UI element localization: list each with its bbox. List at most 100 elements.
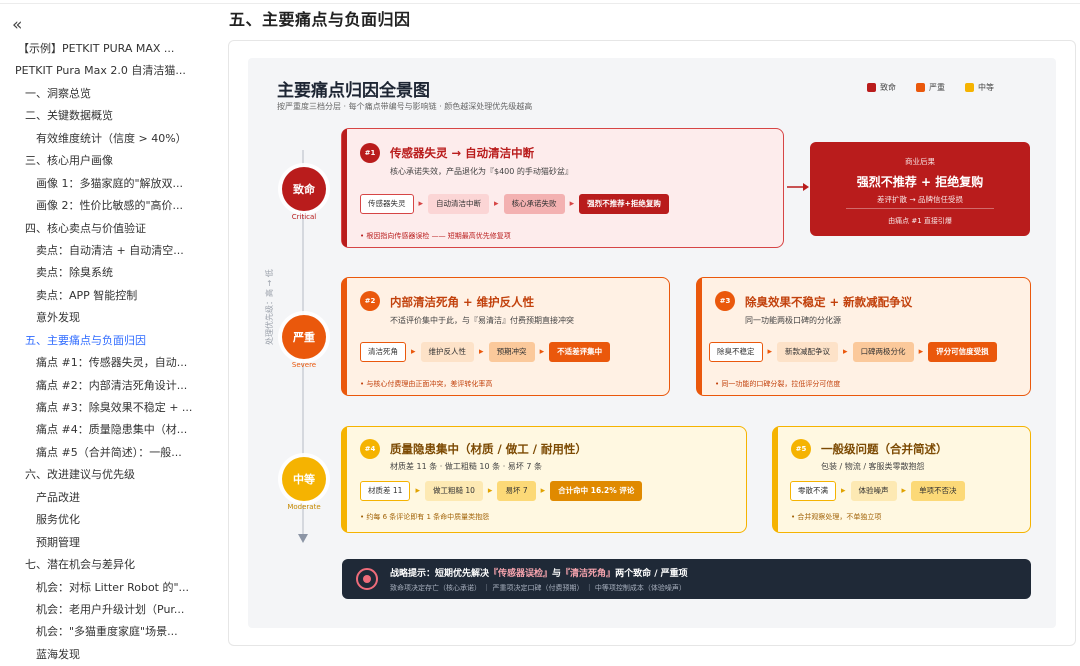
legend-item-moderate: 中等	[965, 82, 994, 93]
toc-item[interactable]: 痛点 #3：除臭效果不稳定 + ...	[0, 397, 210, 419]
pain-number-badge: #5	[791, 439, 811, 459]
impact-chain: 除臭不稳定 ▸ 新款减配争议 ▸ 口碑两极分化 ▸ 评分可信度受损	[709, 342, 997, 362]
pain-footnote: • 约每 6 条评论即有 1 条命中质量类抱怨	[360, 513, 490, 521]
consequence-note: 由痛点 #1 直接引爆	[888, 217, 952, 225]
arrow-right-icon: ▸	[479, 347, 484, 357]
pain-title: 除臭效果不稳定 + 新款减配争议	[745, 295, 913, 309]
toc-item[interactable]: 机会：老用户升级计划（Pur...	[0, 599, 210, 621]
pain-number-badge: #3	[715, 291, 735, 311]
arrow-right-icon: ▸	[494, 199, 499, 209]
toc-item[interactable]: 画像 2：性价比敏感的"高价...	[0, 195, 210, 217]
pain-number-badge: #1	[360, 143, 380, 163]
arrow-right-icon: ▸	[411, 347, 416, 357]
pain-title: 质量隐患集中（材质 / 做工 / 耐用性）	[390, 442, 587, 456]
legend-swatch	[965, 83, 974, 92]
level-en-severe: Severe	[291, 361, 317, 369]
chain-chip: 零散不满	[790, 481, 836, 501]
toc-item[interactable]: 【示例】PETKIT PURA MAX ...	[0, 38, 210, 60]
toc-item-active[interactable]: 五、主要痛点与负面归因	[0, 330, 210, 352]
pain-subtitle: 核心承诺失效，产品退化为『$400 的手动猫砂盆』	[390, 167, 573, 176]
pain-number-badge: #4	[360, 439, 380, 459]
toc-item[interactable]: 痛点 #4：质量隐患集中（材...	[0, 419, 210, 441]
pain-footnote: • 根因指向传感器误检 —— 短期最高优先修复项	[360, 232, 511, 240]
pain-subtitle: 包装 / 物流 / 客服类零散抱怨	[821, 462, 925, 471]
toc-item[interactable]: 四、核心卖点与价值验证	[0, 218, 210, 240]
impact-chain: 传感器失灵 ▸ 自动清洁中断 ▸ 核心承诺失败 ▸ 强烈不推荐+拒绝复购	[360, 194, 669, 214]
legend-item-critical: 致命	[867, 82, 896, 93]
arrow-right-icon: ▸	[841, 486, 846, 496]
toc-item[interactable]: 二、关键数据概览	[0, 105, 210, 127]
divider	[846, 208, 994, 209]
chain-chip-final: 不适差评集中	[549, 342, 611, 362]
toc-item[interactable]: 有效维度统计（信度 > 40%）	[0, 128, 210, 150]
diagram-subtitle: 按严重度三档分层 · 每个痛点带编号与影响链 · 颜色越深处理优先级越高	[277, 102, 533, 111]
arrow-right-icon: ▸	[843, 347, 848, 357]
chain-chip: 预期冲突	[488, 342, 535, 362]
chain-chip: 维护反人性	[420, 342, 475, 362]
axis-arrow-icon	[298, 534, 308, 543]
chain-chip: 清洁死角	[360, 342, 406, 362]
chain-chip: 易坏 7	[497, 481, 536, 501]
chain-chip: 除臭不稳定	[709, 342, 763, 362]
chain-chip: 材质差 11	[360, 481, 411, 501]
level-en-moderate: Moderate	[287, 503, 321, 511]
chain-chip-final: 合计命中 16.2% 评论	[550, 481, 643, 501]
chain-chip: 自动清洁中断	[428, 194, 490, 214]
chain-chip: 单项不否决	[911, 481, 965, 501]
pain-footnote: • 合并观察处理，不单独立项	[791, 513, 882, 521]
toc-item[interactable]: 六、改进建议与优先级	[0, 464, 210, 486]
chain-chip: 体验噪声	[850, 481, 897, 501]
level-en-critical: Critical	[291, 213, 317, 221]
strategy-tip-banner: 战略提示：短期优先解决『传感器误检』与『清洁死角』两个致命 / 严重项 致命项决…	[342, 559, 1031, 599]
toc-item[interactable]: 意外发现	[0, 307, 210, 329]
chain-chip: 做工粗糙 10	[424, 481, 483, 501]
tip-detail: 致命项决定存亡（核心承诺） ｜ 严重项决定口碑（付费预期） ｜ 中等项控制成本（…	[390, 584, 686, 592]
chain-chip: 传感器失灵	[360, 194, 414, 214]
toc-item[interactable]: 痛点 #1：传感器失灵，自动...	[0, 352, 210, 374]
tip-title: 战略提示：短期优先解决『传感器误检』与『清洁死角』两个致命 / 严重项	[390, 569, 688, 579]
arrow-right-icon: ▸	[901, 486, 907, 496]
toc-item[interactable]: 一、洞察总览	[0, 83, 210, 105]
toc-item[interactable]: 预期管理	[0, 532, 210, 554]
toc-item[interactable]: 痛点 #5（合并简述）：一般...	[0, 442, 210, 464]
impact-chain: 清洁死角 ▸ 维护反人性 ▸ 预期冲突 ▸ 不适差评集中	[360, 342, 611, 362]
toc-item[interactable]: 画像 1：多猫家庭的"解放双...	[0, 173, 210, 195]
chain-chip-final: 强烈不推荐+拒绝复购	[579, 194, 669, 214]
level-node-critical: 致命	[282, 167, 326, 211]
collapse-sidebar-button[interactable]: «	[12, 15, 22, 35]
pain-title: 传感器失灵 → 自动清洁中断	[390, 146, 535, 160]
legend-swatch	[867, 83, 876, 92]
toc-item[interactable]: 产品改进	[0, 487, 210, 509]
arrow-right-icon: ▸	[767, 347, 773, 357]
arrow-right-icon: ▸	[415, 486, 420, 496]
pain-footnote: • 与核心付费理由正面冲突，差评转化率高	[360, 380, 493, 388]
impact-chain: 零散不满 ▸ 体验噪声 ▸ 单项不否决	[790, 481, 965, 501]
legend-swatch	[916, 83, 925, 92]
toc-item[interactable]: 七、潜在机会与差异化	[0, 554, 210, 576]
chain-chip: 新款减配争议	[777, 342, 839, 362]
diagram-title: 主要痛点归因全景图	[277, 81, 430, 101]
pain-subtitle: 不适评价集中于此，与『易清洁』付费预期直接冲突	[390, 316, 574, 325]
toc-sidebar: « 【示例】PETKIT PURA MAX ... PETKIT Pura Ma…	[0, 0, 210, 663]
toc-item[interactable]: PETKIT Pura Max 2.0 自清洁猫...	[0, 60, 210, 82]
toc-item[interactable]: 机会：对标 Litter Robot 的"...	[0, 577, 210, 599]
toc-item[interactable]: 卖点：APP 智能控制	[0, 285, 210, 307]
target-icon	[356, 568, 378, 590]
arrow-right-icon: ▸	[539, 347, 545, 357]
toc-item[interactable]: 痛点 #2：内部清洁死角设计...	[0, 375, 210, 397]
consequence-desc: 差评扩散 → 品牌信任受损	[876, 195, 964, 204]
arrow-right-icon: ▸	[487, 486, 493, 496]
section-heading: 五、主要痛点与负面归因	[229, 10, 411, 29]
pain-number-badge: #2	[360, 291, 380, 311]
pain-title: 内部清洁死角 + 维护反人性	[390, 295, 535, 309]
toc-item[interactable]: 卖点：除臭系统	[0, 262, 210, 284]
legend-item-severe: 严重	[916, 82, 945, 93]
toc-item[interactable]: 机会："多猫重度家庭"场景...	[0, 621, 210, 643]
arrow-right-icon: ▸	[918, 347, 924, 357]
consequence-box: 商业后果 强烈不推荐 + 拒绝复购 差评扩散 → 品牌信任受损 由痛点 #1 直…	[810, 142, 1030, 236]
toc-item[interactable]: 卖点：自动清洁 + 自动清空...	[0, 240, 210, 262]
toc-item[interactable]: 三、核心用户画像	[0, 150, 210, 172]
arrow-right-icon: ▸	[569, 199, 575, 209]
chain-chip: 核心承诺失败	[503, 194, 565, 214]
toc-item[interactable]: 服务优化	[0, 509, 210, 531]
